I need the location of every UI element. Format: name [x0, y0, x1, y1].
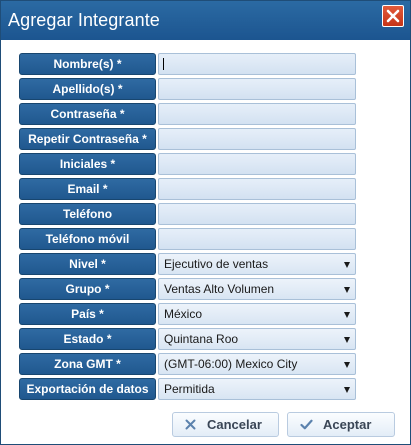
chevron-down-icon: [344, 362, 350, 368]
state-select[interactable]: Quintana Roo: [158, 328, 356, 350]
close-icon: [386, 9, 400, 23]
data-export-label: Exportación de datos: [19, 378, 156, 400]
phone-input[interactable]: [158, 203, 356, 225]
password-label: Contraseña *: [19, 103, 156, 125]
data-export-select[interactable]: Permitida: [158, 378, 356, 400]
country-label: País *: [19, 303, 156, 325]
row-last-name: Apellido(s) *: [19, 78, 357, 100]
x-icon: [185, 419, 196, 430]
row-country: País * México: [19, 303, 357, 325]
accept-button[interactable]: Aceptar: [287, 412, 395, 437]
level-value: Ejecutivo de ventas: [164, 257, 269, 271]
last-name-input[interactable]: [158, 78, 356, 100]
cancel-label: Cancelar: [207, 417, 262, 432]
first-name-label: Nombre(s) *: [19, 53, 156, 75]
chevron-down-icon: [344, 287, 350, 293]
level-label: Nivel *: [19, 253, 156, 275]
row-level: Nivel * Ejecutivo de ventas: [19, 253, 357, 275]
email-label: Email *: [19, 178, 156, 200]
dialog-title: Agregar Integrante: [8, 10, 160, 30]
mobile-phone-input[interactable]: [158, 228, 356, 250]
repeat-password-label: Repetir Contraseña *: [19, 128, 156, 150]
chevron-down-icon: [344, 312, 350, 318]
state-label: Estado *: [19, 328, 156, 350]
row-mobile-phone: Teléfono móvil: [19, 228, 357, 250]
state-value: Quintana Roo: [164, 332, 239, 346]
accept-label: Aceptar: [323, 417, 372, 432]
dialog-titlebar: Agregar Integrante: [1, 1, 410, 40]
chevron-down-icon: [344, 337, 350, 343]
row-data-export: Exportación de datos Permitida: [19, 378, 357, 400]
password-input[interactable]: [158, 103, 356, 125]
row-state: Estado * Quintana Roo: [19, 328, 357, 350]
row-phone: Teléfono: [19, 203, 357, 225]
group-label: Grupo *: [19, 278, 156, 300]
row-group: Grupo * Ventas Alto Volumen: [19, 278, 357, 300]
country-value: México: [164, 307, 203, 321]
row-initials: Iniciales *: [19, 153, 357, 175]
row-email: Email *: [19, 178, 357, 200]
country-select[interactable]: México: [158, 303, 356, 325]
initials-input[interactable]: [158, 153, 356, 175]
cancel-button[interactable]: Cancelar: [172, 412, 279, 437]
row-timezone: Zona GMT * (GMT-06:00) Mexico City: [19, 353, 357, 375]
initials-label: Iniciales *: [19, 153, 156, 175]
check-icon: [300, 419, 313, 430]
first-name-input[interactable]: [158, 53, 356, 75]
add-member-dialog: Agregar Integrante Nombre(s) * Apellido(…: [0, 0, 411, 445]
row-repeat-password: Repetir Contraseña *: [19, 128, 357, 150]
chevron-down-icon: [344, 262, 350, 268]
group-select[interactable]: Ventas Alto Volumen: [158, 278, 356, 300]
row-first-name: Nombre(s) *: [19, 53, 357, 75]
group-value: Ventas Alto Volumen: [164, 282, 275, 296]
last-name-label: Apellido(s) *: [19, 78, 156, 100]
repeat-password-input[interactable]: [158, 128, 356, 150]
timezone-value: (GMT-06:00) Mexico City: [164, 357, 298, 371]
row-password: Contraseña *: [19, 103, 357, 125]
close-button[interactable]: [382, 5, 404, 27]
timezone-label: Zona GMT *: [19, 353, 156, 375]
mobile-phone-label: Teléfono móvil: [19, 228, 156, 250]
phone-label: Teléfono: [19, 203, 156, 225]
timezone-select[interactable]: (GMT-06:00) Mexico City: [158, 353, 356, 375]
email-input[interactable]: [158, 178, 356, 200]
level-select[interactable]: Ejecutivo de ventas: [158, 253, 356, 275]
chevron-down-icon: [344, 387, 350, 393]
data-export-value: Permitida: [164, 382, 215, 396]
